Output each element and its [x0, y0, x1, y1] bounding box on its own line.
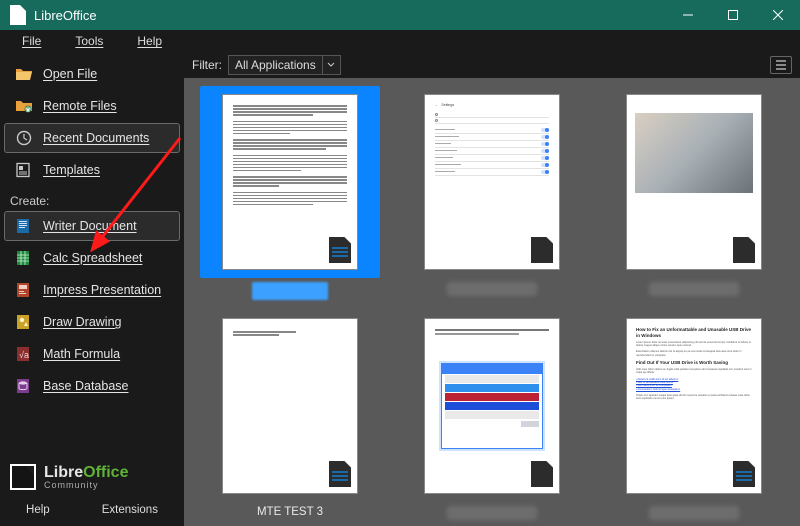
filter-value: All Applications [229, 58, 322, 72]
footer-help[interactable]: Help [26, 504, 50, 516]
chevron-down-icon[interactable] [322, 55, 340, 75]
sidebar: Open File Remote Files Recent Documents … [0, 52, 184, 526]
math-icon: √a [15, 346, 33, 362]
filetype-badge-icon [733, 237, 755, 263]
menubar: File Tools Help [0, 30, 800, 52]
sidebar-draw-drawing[interactable]: Draw Drawing [4, 307, 180, 337]
footer-extensions[interactable]: Extensions [102, 504, 158, 516]
sidebar-open-file[interactable]: Open File [4, 59, 180, 89]
document-item[interactable] [396, 310, 588, 526]
thumb-selected [200, 86, 380, 278]
draw-icon [15, 314, 33, 330]
document-item[interactable]: How to Fix an Unformattable and Unusable… [598, 310, 790, 526]
document-item[interactable]: ← Settings [396, 86, 588, 304]
menu-tools[interactable]: Tools [59, 32, 119, 50]
sidebar-recent-documents[interactable]: Recent Documents [4, 123, 180, 153]
filetype-badge-icon [329, 237, 351, 263]
filetype-badge-icon [733, 461, 755, 487]
sidebar-templates[interactable]: Templates [4, 155, 180, 185]
sidebar-base-database[interactable]: Base Database [4, 371, 180, 401]
folder-open-icon [15, 66, 33, 82]
sidebar-item-label: Remote Files [43, 99, 117, 113]
document-label [649, 506, 739, 520]
sidebar-item-label: Recent Documents [43, 131, 149, 145]
maximize-button[interactable] [710, 0, 755, 30]
document-label [447, 506, 537, 520]
document-item[interactable]: MTE TEST 3 [194, 310, 386, 526]
sidebar-item-label: Draw Drawing [43, 315, 122, 329]
document-label: MTE TEST 3 [257, 506, 323, 520]
sidebar-item-label: Templates [43, 163, 100, 177]
filter-bar: Filter: All Applications [184, 52, 800, 78]
filter-label: Filter: [192, 58, 222, 72]
filetype-badge-icon [531, 237, 553, 263]
hamburger-menu-button[interactable] [770, 56, 792, 74]
sidebar-item-label: Impress Presentation [43, 283, 161, 297]
titlebar: LibreOffice [0, 0, 800, 30]
document-label [252, 282, 328, 300]
base-icon [15, 378, 33, 394]
minimize-button[interactable] [665, 0, 710, 30]
sidebar-item-label: Base Database [43, 379, 128, 393]
menu-help[interactable]: Help [121, 32, 178, 50]
sidebar-item-label: Open File [43, 67, 97, 81]
sidebar-footer: Help Extensions [0, 498, 184, 526]
sidebar-item-label: Writer Document [43, 219, 137, 233]
writer-icon [15, 218, 33, 234]
close-button[interactable] [755, 0, 800, 30]
create-label: Create: [0, 186, 184, 210]
templates-icon [15, 162, 33, 178]
document-item[interactable] [194, 86, 386, 304]
remote-files-icon [15, 98, 33, 114]
sidebar-impress-presentation[interactable]: Impress Presentation [4, 275, 180, 305]
filter-select[interactable]: All Applications [228, 55, 341, 75]
clock-icon [15, 130, 33, 146]
libreoffice-logo-icon [10, 464, 36, 490]
sidebar-item-label: Math Formula [43, 347, 120, 361]
app-icon [10, 5, 26, 25]
document-label [649, 282, 739, 296]
brand-logo: LibreOffice Community [0, 456, 184, 498]
main-area: Filter: All Applications [184, 52, 800, 526]
documents-grid: ← Settings [184, 78, 800, 526]
sidebar-remote-files[interactable]: Remote Files [4, 91, 180, 121]
sidebar-calc-spreadsheet[interactable]: Calc Spreadsheet [4, 243, 180, 273]
window-controls [665, 0, 800, 30]
menu-file[interactable]: File [6, 32, 57, 50]
document-thumbnail [222, 94, 358, 270]
sidebar-writer-document[interactable]: Writer Document [4, 211, 180, 241]
filetype-badge-icon [329, 461, 351, 487]
sidebar-math-formula[interactable]: √a Math Formula [4, 339, 180, 369]
document-item[interactable] [598, 86, 790, 304]
sidebar-item-label: Calc Spreadsheet [43, 251, 142, 265]
document-label [447, 282, 537, 296]
filetype-badge-icon [531, 461, 553, 487]
calc-icon [15, 250, 33, 266]
svg-text:√a: √a [19, 350, 29, 360]
window-title: LibreOffice [34, 8, 665, 23]
impress-icon [15, 282, 33, 298]
